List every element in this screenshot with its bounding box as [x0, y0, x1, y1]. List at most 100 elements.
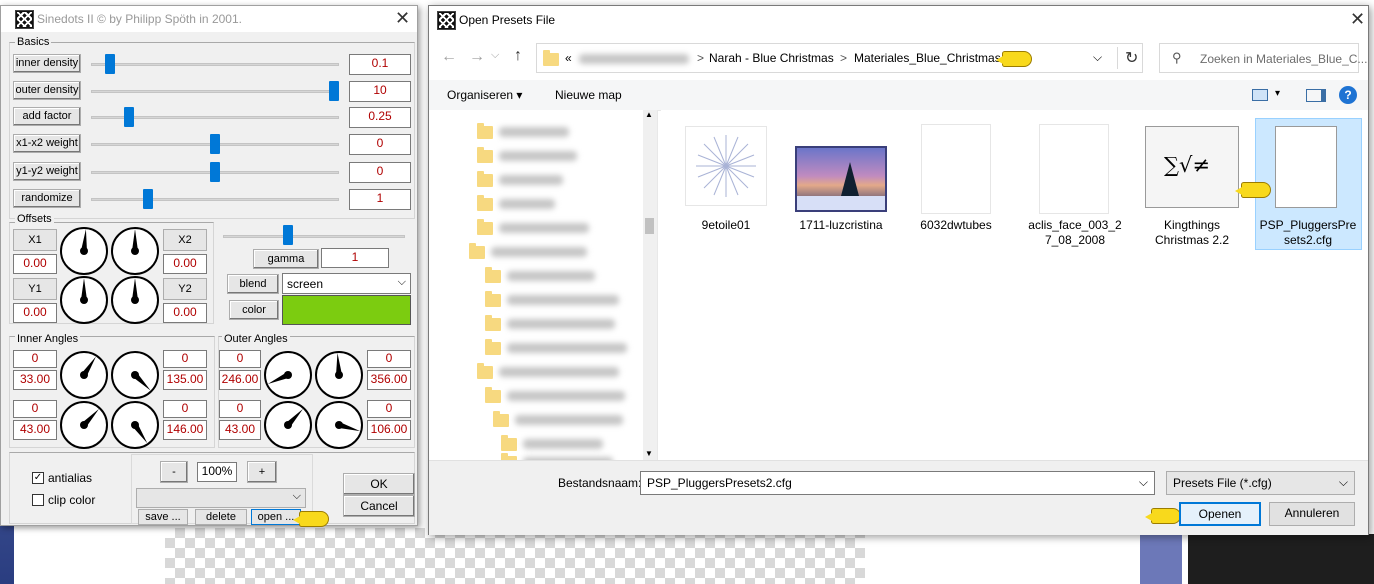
offset-dial-y2[interactable] — [111, 276, 159, 324]
search-box[interactable]: ⚲ Zoeken in Materiales_Blue_C... — [1159, 43, 1367, 73]
zoom-plus-button[interactable]: + — [247, 461, 277, 483]
outer-br-value[interactable]: 106.00 — [367, 420, 411, 440]
outer-tr-value[interactable]: 356.00 — [367, 370, 411, 390]
blurred-folder-label[interactable] — [507, 319, 615, 329]
file-name[interactable]: 1711-luzcristina — [791, 218, 891, 233]
gamma-slider-track[interactable] — [223, 235, 405, 238]
blend-select[interactable]: screen ⌵ — [282, 273, 411, 294]
antialias-checkbox[interactable]: ✓ — [32, 472, 44, 484]
y2-value[interactable]: 0.00 — [163, 303, 207, 323]
inner-angle-dial-tl[interactable] — [60, 351, 108, 399]
inner-bl-value[interactable]: 43.00 — [13, 420, 57, 440]
x1-x2-weight-button[interactable]: x1-x2 weight — [13, 134, 81, 153]
randomize-slider-track[interactable] — [91, 198, 339, 201]
cancel-button[interactable]: Annuleren — [1269, 502, 1355, 526]
chevron-down-icon[interactable]: ⌵ — [1093, 50, 1102, 65]
preview-pane-icon[interactable] — [1306, 89, 1326, 102]
inner-density-slider-track[interactable] — [91, 63, 339, 66]
inner-br-value[interactable]: 146.00 — [163, 420, 207, 440]
file-name-selected[interactable]: PSP_PluggersPresets2.cfg — [1259, 218, 1357, 248]
blurred-folder-label[interactable] — [499, 367, 619, 377]
inner-tl-small[interactable]: 0 — [13, 350, 57, 368]
recent-chevron-icon[interactable]: ⌵ — [491, 49, 499, 62]
y1-y2-weight-value[interactable]: 0 — [349, 162, 411, 183]
inner-tr-value[interactable]: 135.00 — [163, 370, 207, 390]
help-icon[interactable]: ? — [1339, 86, 1357, 104]
scroll-down-icon[interactable]: ▼ — [645, 449, 653, 458]
file-thumbnail-luzcristina[interactable] — [795, 146, 887, 212]
y1-y2-weight-button[interactable]: y1-y2 weight — [13, 162, 81, 181]
offset-dial-x2[interactable] — [111, 227, 159, 275]
file-name[interactable]: aclis_face_003_27_08_2008 — [1025, 218, 1125, 248]
zoom-value[interactable]: 100% — [197, 462, 237, 482]
cancel-button[interactable]: Cancel — [343, 495, 415, 517]
file-name[interactable]: 6032dwtubes — [906, 218, 1006, 233]
clip-color-checkbox[interactable] — [32, 494, 44, 506]
inner-density-slider-thumb[interactable] — [105, 54, 115, 74]
file-name[interactable]: 9etoile01 — [676, 218, 776, 233]
filename-input[interactable]: PSP_PluggersPresets2.cfg ⌵ — [640, 471, 1155, 495]
inner-density-value[interactable]: 0.1 — [349, 54, 411, 75]
chevron-down-icon[interactable]: ▾ — [1275, 88, 1280, 99]
blurred-folder-label[interactable] — [507, 343, 627, 353]
breadcrumb-item-narah[interactable]: Narah - Blue Christmas — [709, 51, 834, 65]
outer-density-slider-track[interactable] — [91, 90, 339, 93]
blurred-folder-label[interactable] — [507, 391, 625, 401]
outer-density-slider-thumb[interactable] — [329, 81, 339, 101]
x1-x2-weight-value[interactable]: 0 — [349, 134, 411, 155]
outer-tl-small[interactable]: 0 — [219, 350, 261, 368]
open-button[interactable]: Openen — [1179, 502, 1261, 526]
inner-br-small[interactable]: 0 — [163, 400, 207, 418]
add-factor-slider-thumb[interactable] — [124, 107, 134, 127]
navigation-scrollbar[interactable]: ▲ ▼ — [643, 110, 657, 460]
x1-value[interactable]: 0.00 — [13, 254, 57, 274]
x1-x2-weight-slider-thumb[interactable] — [210, 134, 220, 154]
new-folder-button[interactable]: Nieuwe map — [555, 88, 622, 102]
forward-arrow-icon[interactable]: → — [469, 48, 485, 66]
file-name[interactable]: Kingthings Christmas 2.2 — [1142, 218, 1242, 248]
y1-y2-weight-slider-thumb[interactable] — [210, 162, 220, 182]
scrollbar-thumb[interactable] — [645, 218, 654, 234]
view-options-icon[interactable] — [1252, 89, 1268, 101]
scroll-up-icon[interactable]: ▲ — [645, 110, 653, 119]
filetype-select[interactable]: Presets File (*.cfg) ⌵ — [1166, 471, 1355, 495]
blurred-folder-label[interactable] — [491, 247, 587, 257]
gamma-slider-thumb[interactable] — [283, 225, 293, 245]
randomize-value[interactable]: 1 — [349, 189, 411, 210]
offset-dial-y1[interactable] — [60, 276, 108, 324]
offset-dial-x1[interactable] — [60, 227, 108, 275]
gamma-value[interactable]: 1 — [321, 248, 389, 268]
inner-tl-value[interactable]: 33.00 — [13, 370, 57, 390]
refresh-icon[interactable]: ↻ — [1125, 48, 1138, 68]
outer-tr-small[interactable]: 0 — [367, 350, 411, 368]
up-arrow-icon[interactable]: ↑ — [514, 47, 522, 65]
blurred-folder-label[interactable] — [499, 223, 589, 233]
outer-tl-value[interactable]: 246.00 — [219, 370, 261, 390]
inner-angle-dial-br[interactable] — [111, 401, 159, 449]
add-factor-value[interactable]: 0.25 — [349, 107, 411, 128]
outer-angle-dial-br[interactable] — [315, 401, 363, 449]
inner-angle-dial-tr[interactable] — [111, 351, 159, 399]
blurred-folder-label[interactable] — [515, 415, 623, 425]
inner-density-button[interactable]: inner density — [13, 54, 81, 73]
blurred-folder-label[interactable] — [507, 271, 595, 281]
delete-preset-button[interactable]: delete — [195, 509, 247, 525]
outer-br-small[interactable]: 0 — [367, 400, 411, 418]
outer-bl-value[interactable]: 43.00 — [219, 420, 261, 440]
blurred-folder-label[interactable] — [499, 175, 563, 185]
add-factor-button[interactable]: add factor — [13, 107, 81, 126]
outer-density-value[interactable]: 10 — [349, 81, 411, 102]
x2-value[interactable]: 0.00 — [163, 254, 207, 274]
organise-menu[interactable]: Organiseren ▾ — [447, 88, 522, 102]
ok-button[interactable]: OK — [343, 473, 415, 495]
outer-bl-small[interactable]: 0 — [219, 400, 261, 418]
outer-angle-dial-bl[interactable] — [264, 401, 312, 449]
outer-density-button[interactable]: outer density — [13, 81, 81, 100]
save-preset-button[interactable]: save ... — [138, 509, 188, 525]
close-icon[interactable]: ✕ — [395, 8, 410, 29]
inner-angle-dial-bl[interactable] — [60, 401, 108, 449]
font-file-icon[interactable]: ∑√≠ — [1145, 126, 1239, 208]
blurred-folder-label[interactable] — [499, 127, 569, 137]
color-swatch[interactable] — [282, 295, 411, 325]
randomize-slider-thumb[interactable] — [143, 189, 153, 209]
